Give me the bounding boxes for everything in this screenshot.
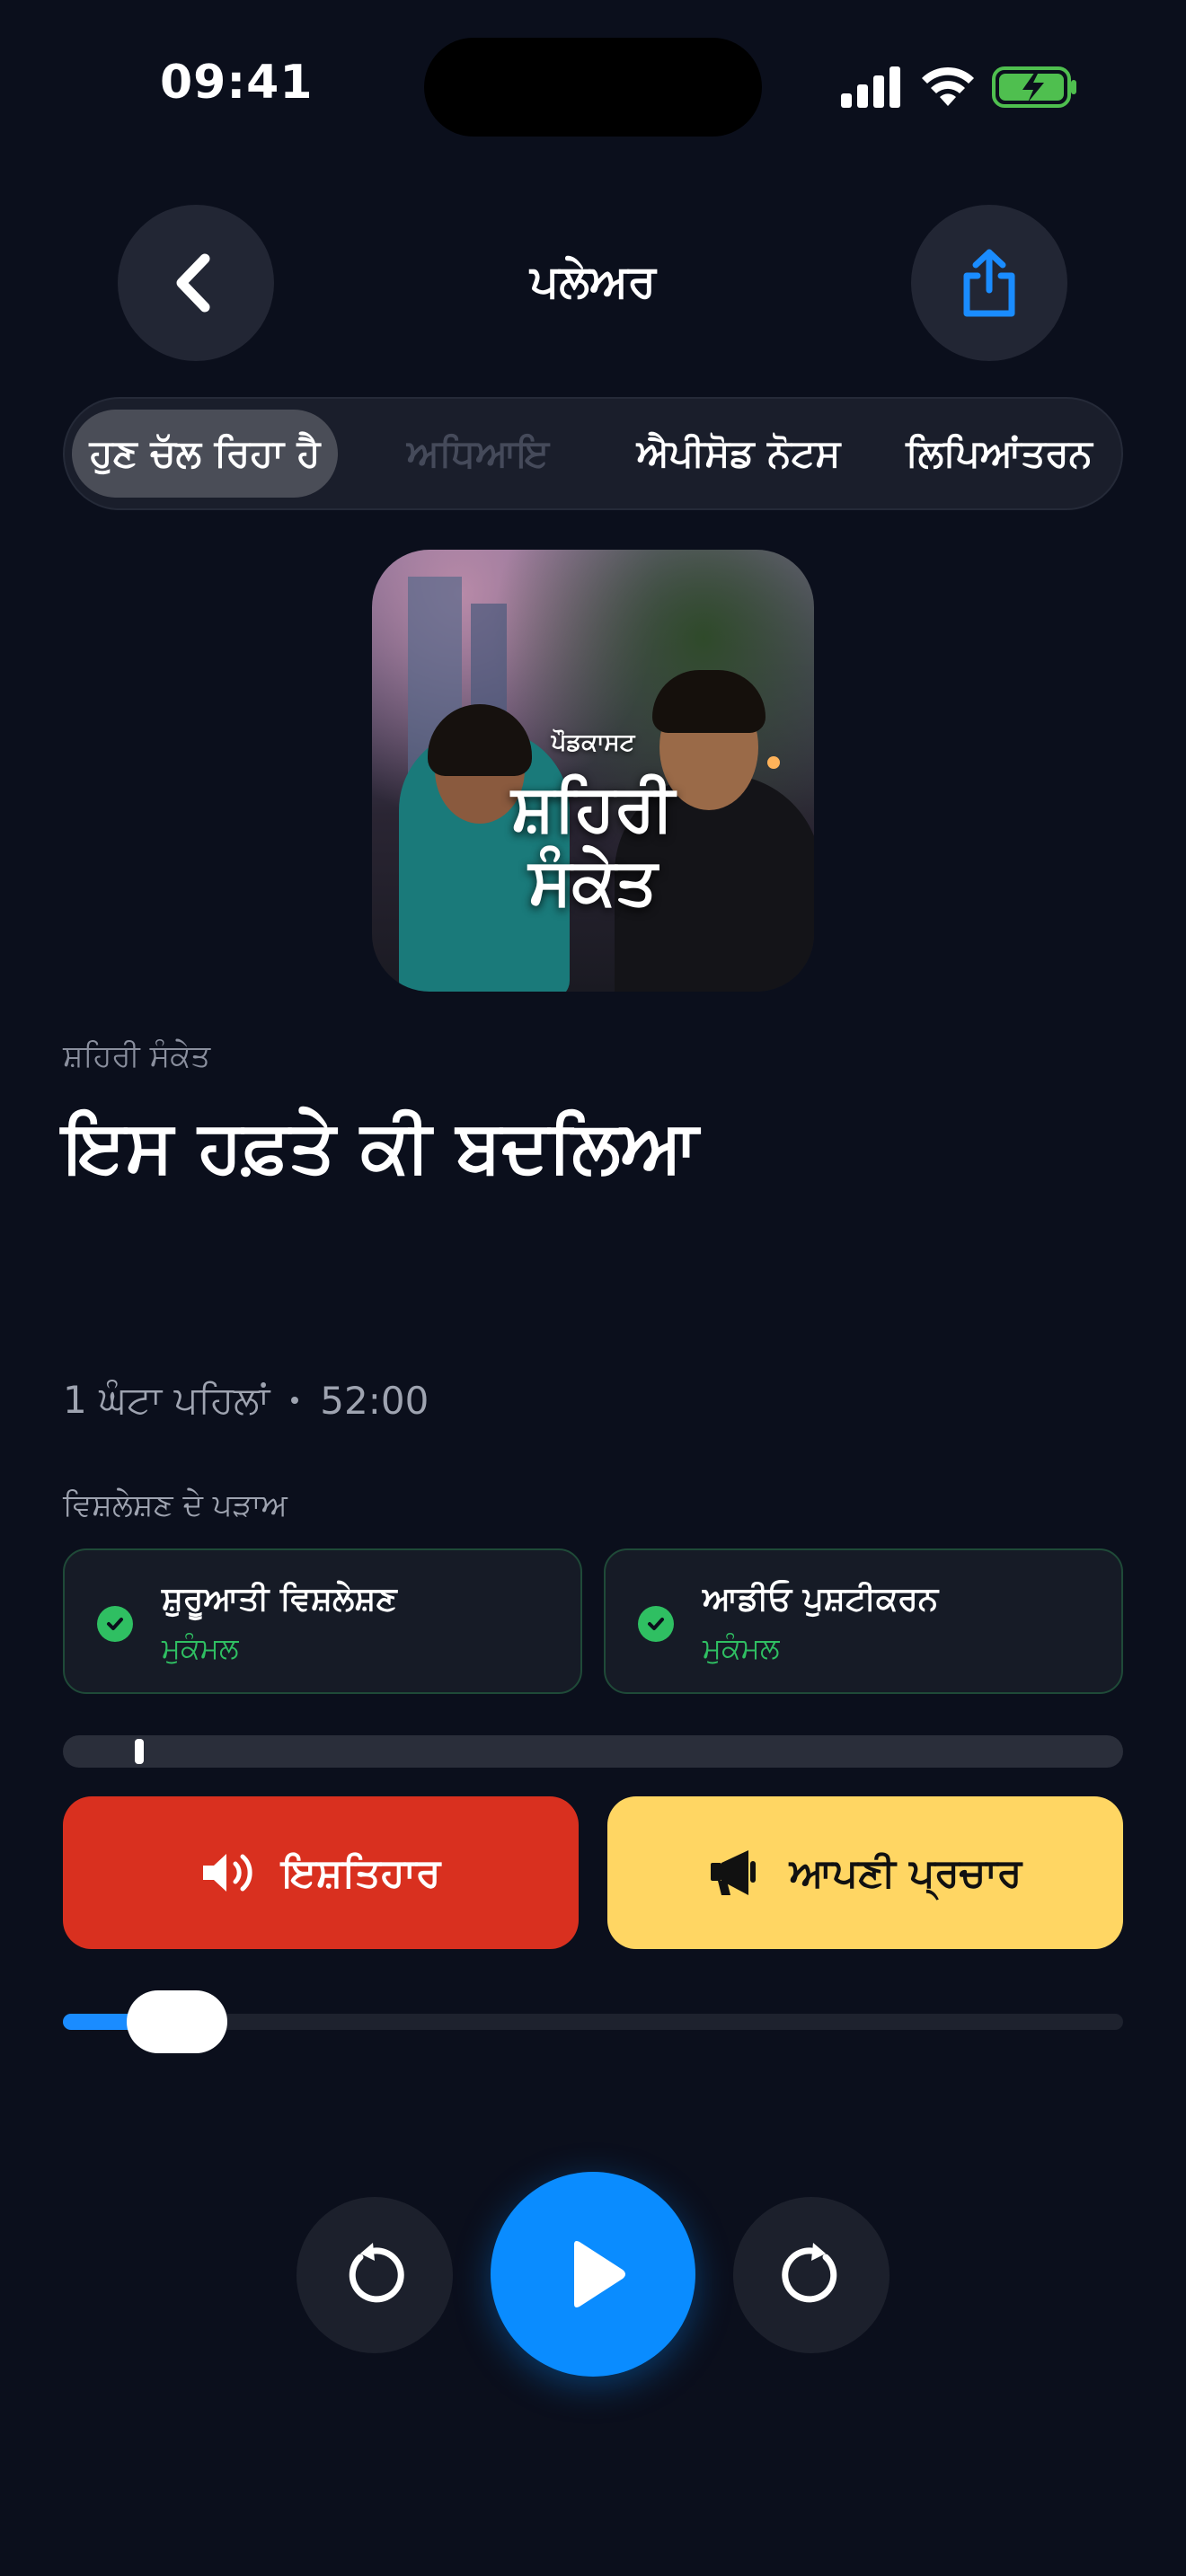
cover-light — [767, 756, 780, 769]
analysis-stage-card: ਆਡੀਓ ਪੁਸ਼ਟੀਕਰਨ ਮੁਕੰਮਲ — [604, 1548, 1123, 1694]
speaker-icon — [202, 1854, 252, 1892]
tab-transcript[interactable]: ਲਿਪਿਆਂਤਰਨ — [873, 399, 1125, 508]
episode-duration: 52:00 — [320, 1378, 429, 1423]
check-icon — [97, 1606, 133, 1642]
check-icon — [638, 1606, 674, 1642]
episode-title: ਇਸ ਹਫ਼ਤੇ ਕੀ ਬਦਲਿਆ — [63, 1105, 699, 1188]
meta-separator — [291, 1397, 299, 1404]
forward-button[interactable] — [733, 2197, 890, 2353]
stage-title: ਆਡੀਓ ਪੁਸ਼ਟੀਕਰਨ — [703, 1581, 939, 1618]
forward-icon — [782, 2243, 837, 2303]
stage-status: ਮੁਕੰਮਲ — [703, 1631, 780, 1665]
analysis-stage-card: ਸ਼ੁਰੂਆਤੀ ਵਿਸ਼ਲੇਸ਼ਣ ਮੁਕੰਮਲ — [63, 1548, 582, 1694]
episode-meta: 1 ਘੰਟਾ ਪਹਿਲਾਂ 52:00 — [63, 1378, 429, 1423]
play-button[interactable] — [491, 2172, 695, 2377]
share-icon — [963, 249, 1015, 317]
tab-episode-notes[interactable]: ਐਪੀਸੋਡ ਨੋਟਸ — [604, 399, 873, 508]
share-button[interactable] — [911, 205, 1067, 361]
show-name: ਸ਼ਹਿਰੀ ਸੰਕੇਤ — [63, 1038, 211, 1074]
self-promo-button[interactable]: ਆਪਣੀ ਪ੍ਰਚਾਰ — [607, 1796, 1123, 1949]
tab-now-playing[interactable]: ਹੁਣ ਚੱਲ ਰਿਹਾ ਹੈ — [72, 399, 338, 508]
segment-marker — [135, 1739, 144, 1764]
wifi-icon — [922, 66, 974, 106]
rewind-icon — [349, 2243, 404, 2303]
back-button[interactable] — [118, 205, 274, 361]
cover-title-line2: ਸੰਕੇਤ — [528, 843, 658, 919]
stage-title: ਸ਼ੁਰੂਆਤੀ ਵਿਸ਼ਲੇਸ਼ਣ — [162, 1581, 397, 1618]
page-title: ਪਲੇਅਰ — [529, 255, 657, 307]
stage-status: ਮੁਕੰਮਲ — [162, 1631, 239, 1665]
cover-title: ਸ਼ਹਿਰੀ ਸੰਕੇਤ — [372, 771, 814, 918]
cover-person-hair — [652, 670, 766, 733]
megaphone-icon — [710, 1850, 756, 1895]
analysis-stages-label: ਵਿਸ਼ਲੇਸ਼ਣ ਦੇ ਪੜਾਅ — [63, 1487, 288, 1523]
playback-scrubber-thumb[interactable] — [126, 1990, 227, 2053]
play-icon — [574, 2241, 625, 2307]
signal-icon — [841, 66, 900, 108]
cover-title-line1: ਸ਼ਹਿਰੀ — [511, 770, 675, 845]
podcast-cover-art: ਪੌਡਕਾਸਟ ਸ਼ਹਿਰੀ ਸੰਕੇਤ — [372, 550, 814, 992]
rewind-button[interactable] — [296, 2197, 453, 2353]
ads-button[interactable]: ਇਸ਼ਤਿਹਾਰ — [63, 1796, 579, 1949]
tab-chapters[interactable]: ਅਧਿਆਇ — [370, 399, 586, 508]
dynamic-island — [424, 38, 762, 137]
battery-charging-icon — [992, 66, 1076, 108]
self-promo-button-label: ਆਪਣੀ ਪ੍ਰਚਾਰ — [789, 1849, 1022, 1896]
cover-small-text: ਪੌਡਕਾਸਟ — [551, 729, 635, 756]
status-time: 09:41 — [160, 56, 314, 110]
segment-timeline[interactable] — [63, 1735, 1123, 1768]
published-time: 1 ਘੰਟਾ ਪਹਿਲਾਂ — [63, 1378, 270, 1422]
tab-bar: ਹੁਣ ਚੱਲ ਰਿਹਾ ਹੈ ਅਧਿਆਇ ਐਪੀਸੋਡ ਨੋਟਸ ਲਿਪਿਆਂ… — [63, 397, 1123, 510]
back-chevron-icon — [176, 253, 210, 313]
ads-button-label: ਇਸ਼ਤਿਹਾਰ — [281, 1849, 441, 1896]
